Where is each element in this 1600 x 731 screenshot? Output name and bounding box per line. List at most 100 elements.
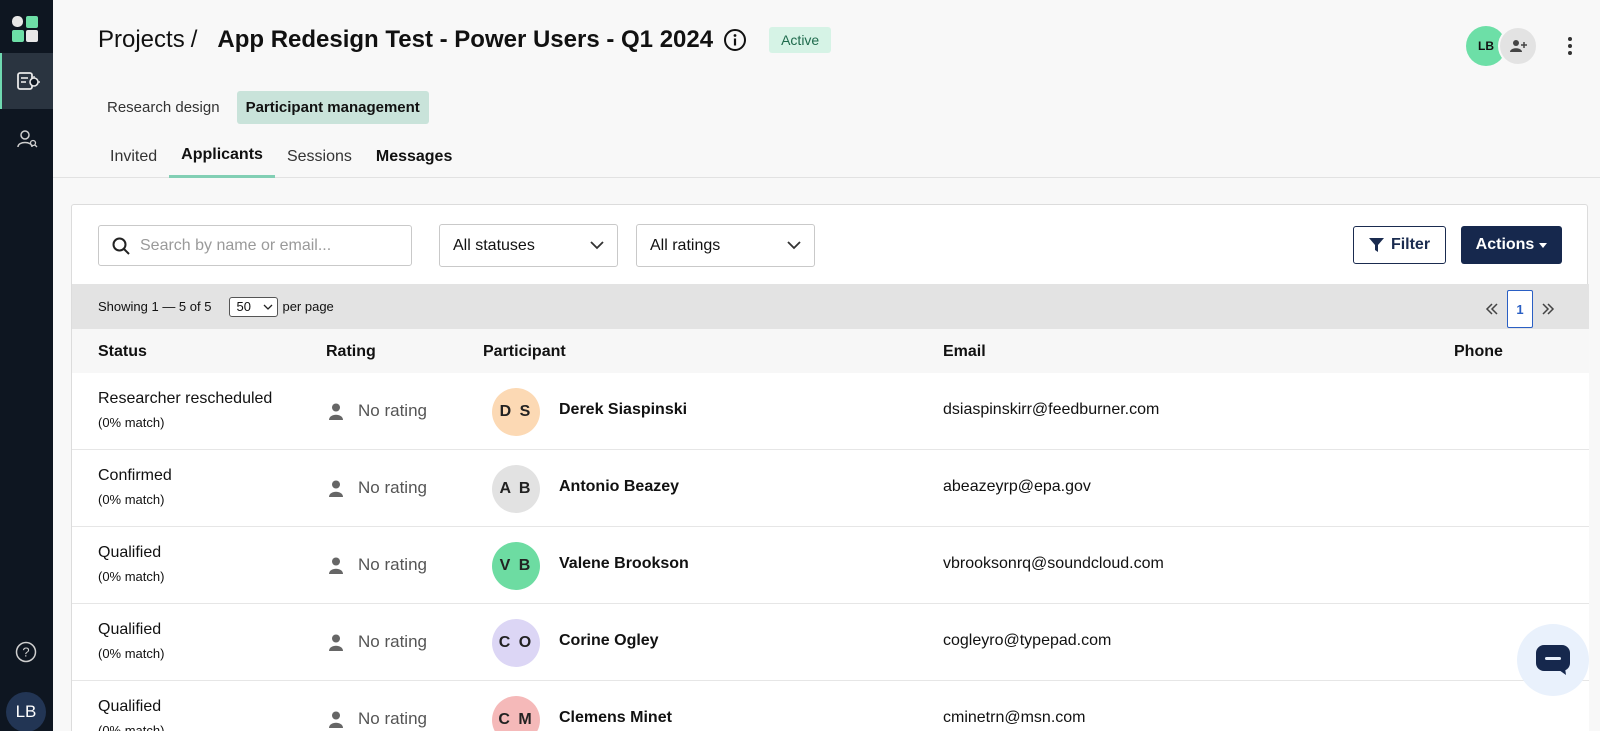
rating-text: No rating — [358, 709, 427, 728]
status-select[interactable]: All statuses — [439, 224, 618, 267]
collaborators: LB — [1466, 26, 1580, 66]
column-rating[interactable]: Rating — [326, 343, 376, 361]
rating-cell[interactable]: No rating — [329, 401, 427, 421]
table-row[interactable]: Researcher rescheduled (0% match) No rat… — [72, 373, 1589, 450]
breadcrumb-separator: / — [190, 26, 198, 53]
rating-cell[interactable]: No rating — [329, 478, 427, 498]
rating-cell[interactable]: No rating — [329, 709, 427, 729]
rating-text: No rating — [358, 478, 427, 497]
column-status[interactable]: Status — [98, 343, 147, 361]
participant-email: cogleyro@typepad.com — [943, 632, 1112, 649]
svg-text:?: ? — [22, 645, 29, 660]
participant-name[interactable]: Corine Ogley — [559, 632, 659, 650]
participant-email: vbrooksonrq@soundcloud.com — [943, 555, 1164, 572]
rating-select-value: All ratings — [650, 236, 721, 254]
section-nav: Research design Participant management — [98, 91, 429, 124]
first-page-icon[interactable] — [1485, 299, 1499, 320]
table-header: Status Rating Participant Email Phone — [72, 329, 1589, 373]
participant-email: dsiaspinskirr@feedburner.com — [943, 401, 1160, 418]
rating-select[interactable]: All ratings — [636, 224, 815, 267]
filter-button[interactable]: Filter — [1353, 226, 1446, 264]
search-box[interactable] — [98, 225, 412, 266]
last-page-icon[interactable] — [1541, 299, 1555, 320]
search-input[interactable] — [140, 236, 400, 255]
more-options-icon[interactable] — [1560, 34, 1580, 58]
info-icon[interactable] — [723, 28, 747, 52]
per-page-label: per page — [282, 299, 334, 314]
column-phone[interactable]: Phone — [1454, 343, 1503, 361]
participant-name[interactable]: Clemens Minet — [559, 709, 672, 727]
applicants-card: All statuses All ratings Filter Actions … — [71, 204, 1589, 731]
chevron-down-icon — [787, 241, 801, 250]
nav-participants[interactable] — [0, 111, 53, 167]
status-text: Qualified — [98, 698, 162, 715]
showing-count: Showing 1 — 5 of 5 — [98, 299, 212, 314]
page-button[interactable]: 1 — [1507, 290, 1533, 328]
status-text: Qualified — [98, 621, 162, 638]
person-icon — [329, 634, 343, 651]
pager: 1 — [1485, 290, 1555, 328]
rating-cell[interactable]: No rating — [329, 555, 427, 575]
breadcrumb-projects[interactable]: Projects — [98, 26, 185, 54]
table-row[interactable]: Qualified (0% match) No rating C M Cleme… — [72, 681, 1589, 731]
caret-down-icon — [1539, 242, 1548, 248]
participant-avatar: C O — [492, 619, 540, 667]
tab-sessions[interactable]: Sessions — [275, 140, 364, 178]
participants-icon — [16, 130, 37, 148]
filter-button-label: Filter — [1390, 236, 1431, 253]
participant-avatar: A B — [492, 465, 540, 513]
chat-launcher[interactable] — [1517, 624, 1589, 696]
toolbar: All statuses All ratings Filter Actions — [72, 205, 1587, 284]
rating-cell[interactable]: No rating — [329, 632, 427, 652]
tab-messages[interactable]: Messages — [364, 140, 465, 178]
per-page-select[interactable]: 50 — [229, 296, 279, 317]
subnav-participant-management[interactable]: Participant management — [236, 91, 429, 124]
chevron-down-icon — [590, 241, 604, 250]
search-icon — [112, 237, 130, 255]
table-row[interactable]: Confirmed (0% match) No rating A B Anton… — [72, 450, 1589, 527]
person-icon — [329, 403, 343, 420]
participant-name[interactable]: Antonio Beazey — [559, 478, 679, 496]
actions-button[interactable]: Actions — [1461, 226, 1562, 264]
breadcrumb: Projects / App Redesign Test - Power Use… — [98, 26, 832, 54]
tab-applicants[interactable]: Applicants — [169, 140, 275, 178]
status-cell: Qualified (0% match) — [98, 697, 164, 731]
rating-text: No rating — [358, 401, 427, 420]
status-cell: Qualified (0% match) — [98, 620, 164, 664]
match-text: (0% match) — [98, 492, 165, 507]
per-page-value: 50 — [236, 299, 251, 314]
status-text: Qualified — [98, 544, 162, 561]
add-collaborator-button[interactable] — [1498, 26, 1538, 66]
person-icon — [329, 711, 343, 728]
logo-icon[interactable] — [12, 16, 38, 42]
page-header: Projects / App Redesign Test - Power Use… — [53, 0, 1600, 178]
nav-research[interactable] — [0, 53, 53, 109]
user-avatar[interactable]: LB — [6, 692, 46, 731]
chat-icon — [1536, 645, 1570, 675]
tab-bar: Invited Applicants Sessions Messages — [98, 140, 464, 178]
participant-name[interactable]: Derek Siaspinski — [559, 401, 687, 419]
match-text: (0% match) — [98, 646, 165, 661]
status-badge: Active — [769, 27, 832, 53]
column-email[interactable]: Email — [943, 343, 986, 361]
chevron-down-icon — [264, 304, 273, 310]
table-row[interactable]: Qualified (0% match) No rating C O Corin… — [72, 604, 1589, 681]
participant-avatar: C M — [492, 696, 540, 731]
participant-email: cminetrn@msn.com — [943, 709, 1086, 726]
help-icon[interactable]: ? — [15, 641, 37, 663]
status-text: Researcher rescheduled — [98, 390, 273, 407]
research-icon — [16, 72, 40, 90]
tab-invited[interactable]: Invited — [98, 140, 169, 178]
subnav-research-design[interactable]: Research design — [98, 91, 229, 124]
table-row[interactable]: Qualified (0% match) No rating V B Valen… — [72, 527, 1589, 604]
actions-button-label: Actions — [1475, 236, 1535, 253]
page-title: App Redesign Test - Power Users - Q1 202… — [217, 26, 714, 53]
participant-email: abeazeyrp@epa.gov — [943, 478, 1091, 495]
rating-text: No rating — [358, 632, 427, 651]
participant-name[interactable]: Valene Brookson — [559, 555, 689, 573]
add-person-icon — [1510, 40, 1527, 52]
left-rail: ? LB — [0, 0, 53, 731]
status-select-value: All statuses — [453, 236, 535, 254]
column-participant[interactable]: Participant — [483, 343, 566, 361]
status-cell: Researcher rescheduled (0% match) — [98, 389, 272, 433]
